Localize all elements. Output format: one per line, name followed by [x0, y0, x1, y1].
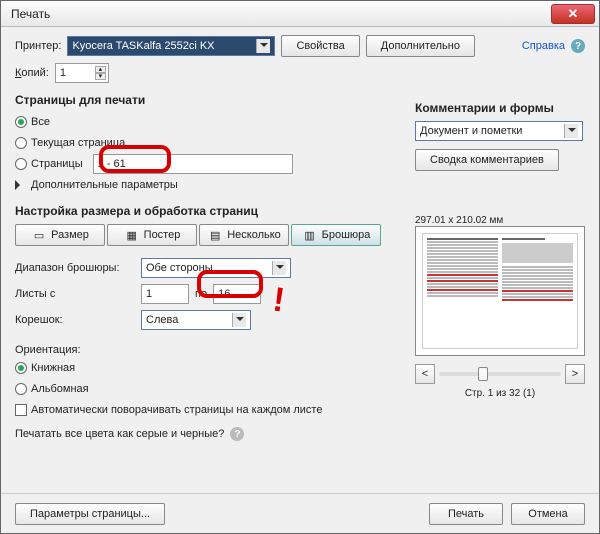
spinner-arrows[interactable]: ▴▾ — [95, 66, 106, 80]
page-setup-button[interactable]: Параметры страницы... — [15, 503, 165, 525]
radio-icon — [15, 158, 27, 170]
poster-icon: ▦ — [124, 227, 140, 243]
checkbox-icon — [15, 404, 27, 416]
sheets-from-input[interactable]: 1 — [141, 284, 189, 304]
pages-section-title: Страницы для печати — [15, 93, 395, 107]
sheets-to-input[interactable]: 16 — [213, 284, 261, 304]
radio-icon — [15, 383, 27, 395]
preview-status: Стр. 1 из 32 (1) — [415, 388, 585, 399]
copies-row: ККопий:опий: 1 ▴▾ — [15, 63, 585, 83]
sizing-section-title: Настройка размера и обработка страниц — [15, 204, 395, 218]
dialog-footer: Параметры страницы... Печать Отмена — [1, 493, 599, 533]
grayscale-row: Печатать все цвета как серые и черные? ? — [15, 427, 395, 441]
more-options-toggle[interactable]: Дополнительные параметры — [15, 176, 395, 194]
prev-page-button[interactable]: < — [415, 364, 435, 384]
cancel-button[interactable]: Отмена — [511, 503, 585, 525]
sheets-row: Листы с 1 по 16 — [15, 284, 395, 304]
multiple-toggle[interactable]: ▤ Несколько — [199, 224, 289, 246]
next-page-button[interactable]: > — [565, 364, 585, 384]
size-icon: ▭ — [31, 227, 47, 243]
printer-row: Принтер: Kyocera TASKalfa 2552ci KX Свой… — [15, 35, 585, 57]
help-icon[interactable]: ? — [230, 427, 244, 441]
copies-value: 1 — [60, 67, 66, 79]
sheets-to-label: по — [195, 288, 207, 300]
comments-select[interactable]: Документ и пометки — [415, 121, 583, 141]
radio-icon — [15, 116, 27, 128]
dialog-body: Принтер: Kyocera TASKalfa 2552ci KX Свой… — [1, 27, 599, 493]
print-button[interactable]: Печать — [429, 503, 503, 525]
window-title: Печать — [5, 7, 551, 21]
copies-spinner[interactable]: 1 ▴▾ — [55, 63, 109, 83]
printer-label: Принтер: — [15, 40, 61, 52]
radio-icon — [15, 362, 27, 374]
comments-section-title: Комментарии и формы — [415, 101, 585, 115]
arrow-right-icon — [15, 180, 25, 190]
size-toggle[interactable]: ▭ Размер — [15, 224, 105, 246]
print-dialog: Печать ✕ Принтер: Kyocera TASKalfa 2552c… — [0, 0, 600, 534]
close-button[interactable]: ✕ — [551, 4, 595, 24]
orientation-label: Ориентация: — [15, 344, 395, 356]
auto-rotate-row[interactable]: Автоматически поворачивать страницы на к… — [15, 401, 395, 419]
binding-row: Корешок: Слева — [15, 310, 395, 330]
radio-current[interactable]: Текущая страница — [15, 134, 395, 152]
poster-toggle[interactable]: ▦ Постер — [107, 224, 197, 246]
right-column: Комментарии и формы Документ и пометки С… — [415, 91, 585, 399]
properties-button[interactable]: Свойства — [281, 35, 359, 57]
summary-button[interactable]: Сводка комментариев — [415, 149, 559, 171]
booklet-range-row: Диапазон брошюры: Обе стороны — [15, 258, 395, 278]
help-link[interactable]: Справка — [522, 40, 565, 52]
help-icon[interactable]: ? — [571, 39, 585, 53]
preview-nav-row: < > — [415, 364, 585, 384]
booklet-range-label: Диапазон брошюры: — [15, 262, 135, 274]
radio-landscape[interactable]: Альбомная — [15, 380, 395, 398]
copies-label: ККопий:опий: — [15, 67, 49, 79]
booklet-icon: ▥ — [302, 227, 318, 243]
chevron-down-icon — [272, 261, 286, 275]
binding-select[interactable]: Слева — [141, 310, 251, 330]
radio-all[interactable]: Все — [15, 113, 395, 131]
printer-select[interactable]: Kyocera TASKalfa 2552ci KX — [67, 36, 275, 56]
titlebar: Печать ✕ — [1, 1, 599, 27]
grayscale-label: Печатать все цвета как серые и черные? — [15, 428, 224, 440]
page-range-input[interactable]: 1 - 61 — [93, 154, 293, 174]
close-icon: ✕ — [568, 6, 579, 22]
preview-dimensions: 297.01 x 210.02 мм — [415, 215, 585, 226]
booklet-toggle[interactable]: ▥ Брошюра — [291, 224, 381, 246]
print-preview — [415, 226, 585, 356]
printer-value: Kyocera TASKalfa 2552ci KX — [72, 40, 214, 52]
multiple-icon: ▤ — [207, 227, 223, 243]
booklet-range-select[interactable]: Обе стороны — [141, 258, 291, 278]
chevron-down-icon — [232, 313, 246, 327]
slider-thumb[interactable] — [478, 367, 488, 381]
binding-label: Корешок: — [15, 314, 135, 326]
radio-range[interactable]: Страницы 1 - 61 — [15, 155, 395, 173]
chevron-down-icon — [564, 124, 578, 138]
radio-portrait[interactable]: Книжная — [15, 359, 395, 377]
chevron-down-icon — [256, 39, 270, 53]
left-column: Страницы для печати Все Текущая страница… — [15, 83, 395, 441]
preview-slider[interactable] — [439, 372, 561, 376]
preview-page — [422, 233, 578, 349]
radio-icon — [15, 137, 27, 149]
sheets-from-label: Листы с — [15, 288, 135, 300]
sizing-toggle-group: ▭ Размер ▦ Постер ▤ Несколько ▥ Брошюра — [15, 224, 395, 246]
advanced-button[interactable]: Дополнительно — [366, 35, 475, 57]
